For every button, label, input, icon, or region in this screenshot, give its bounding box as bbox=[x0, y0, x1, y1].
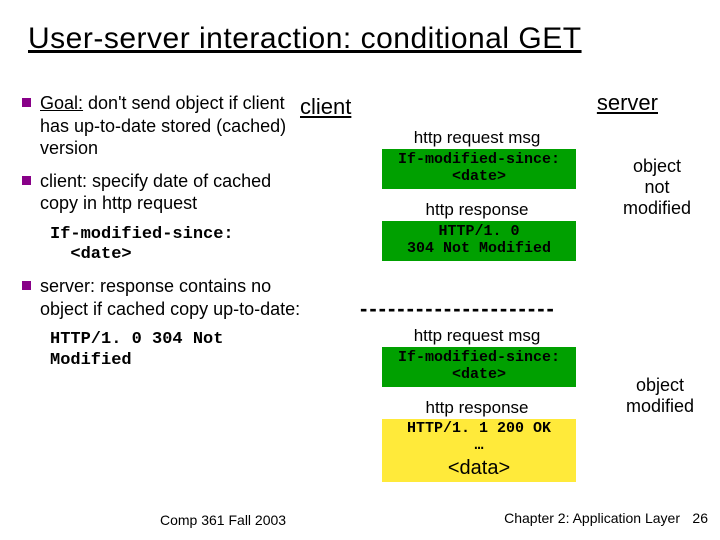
bullet-list: Goal: don't send object if client has up… bbox=[22, 92, 302, 371]
exchange2-response: http response HTTP/1. 1 200 OK … <data> bbox=[382, 398, 572, 482]
exchange2-response-code1: HTTP/1. 1 200 OK … bbox=[382, 419, 576, 457]
exchange1-response-label: http response bbox=[382, 200, 572, 220]
exchange1-request-label: http request msg bbox=[382, 128, 572, 148]
server-column-header: server bbox=[597, 90, 658, 116]
footer-course: Comp 361 Fall 2003 bbox=[160, 512, 286, 528]
exchange2-request-code: If-modified-since: <date> bbox=[382, 347, 576, 387]
exchange2-request: http request msg If-modified-since: <dat… bbox=[382, 326, 572, 387]
exchange2-response-data: <data> bbox=[382, 457, 576, 482]
footer-chapter: Chapter 2: Application Layer bbox=[504, 510, 680, 526]
bullet-server-text: server: response contains no object if c… bbox=[40, 276, 300, 319]
divider-dashes: --------------------- bbox=[360, 296, 556, 322]
bullet-server-code: HTTP/1. 0 304 Not Modified bbox=[50, 330, 302, 371]
exchange2-response-label: http response bbox=[382, 398, 572, 418]
footer-page-number: 26 bbox=[692, 510, 708, 526]
exchange1-note: object not modified bbox=[612, 156, 702, 219]
client-column-header: client bbox=[300, 94, 351, 120]
bullet-client-text: client: specify date of cached copy in h… bbox=[40, 171, 271, 214]
exchange1-request: http request msg If-modified-since: <dat… bbox=[382, 128, 572, 189]
exchange1-response: http response HTTP/1. 0 304 Not Modified bbox=[382, 200, 572, 261]
slide: User-server interaction: conditional GET… bbox=[0, 0, 720, 540]
exchange1-request-code: If-modified-since: <date> bbox=[382, 149, 576, 189]
exchange1-response-code: HTTP/1. 0 304 Not Modified bbox=[382, 221, 576, 261]
bullet-client: client: specify date of cached copy in h… bbox=[22, 170, 302, 215]
exchange2-note: object modified bbox=[615, 375, 705, 417]
goal-label: Goal: bbox=[40, 93, 83, 113]
bullet-goal: Goal: don't send object if client has up… bbox=[22, 92, 302, 160]
bullet-server: server: response contains no object if c… bbox=[22, 275, 302, 320]
exchange2-request-label: http request msg bbox=[382, 326, 572, 346]
bullet-client-code: If-modified-since: <date> bbox=[50, 225, 302, 266]
slide-title: User-server interaction: conditional GET bbox=[28, 22, 692, 56]
